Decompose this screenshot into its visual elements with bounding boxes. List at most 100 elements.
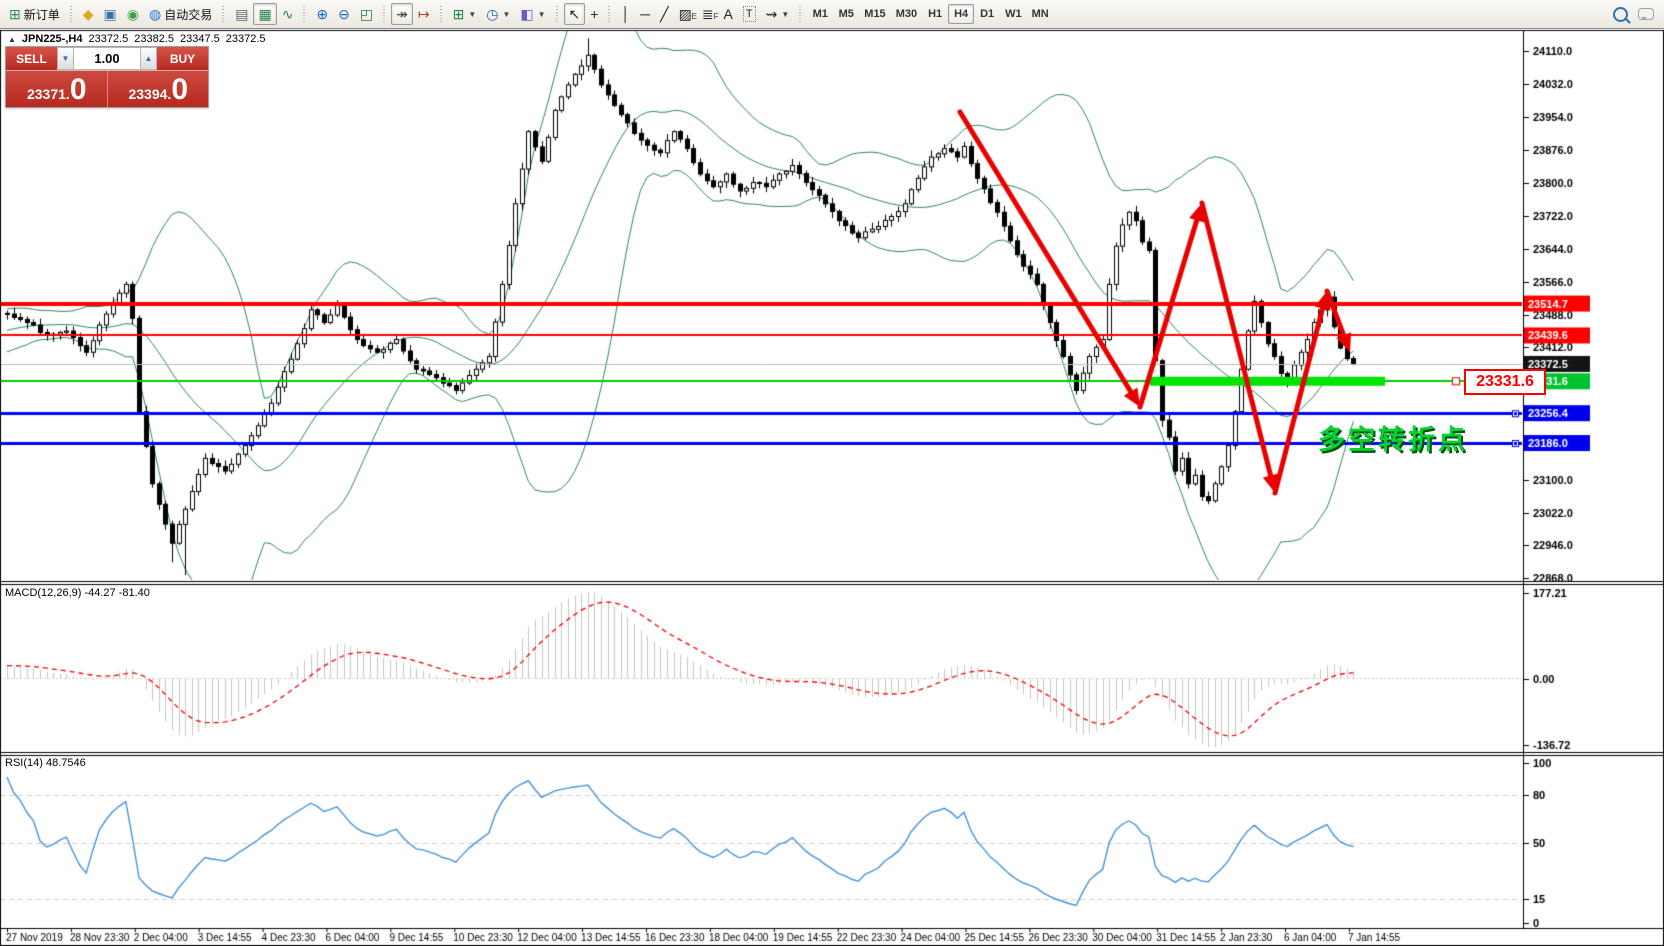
zoom-in-button[interactable]: ⊕	[311, 3, 333, 25]
vertical-line-button[interactable]: │	[616, 3, 635, 25]
trendline-button[interactable]: ╱	[655, 3, 673, 25]
templates-button[interactable]: ◧▼	[515, 3, 550, 25]
volume-increase-button[interactable]: ▲	[140, 47, 157, 70]
globe-icon: ◍	[149, 7, 161, 21]
text-label-button[interactable]: T	[738, 3, 761, 25]
zoom-out-button[interactable]: ⊖	[333, 3, 355, 25]
line-chart-button[interactable]: ∿	[277, 3, 299, 25]
sell-button[interactable]: SELL	[6, 47, 57, 70]
styler-button[interactable]: ◆	[78, 3, 99, 25]
symbol-period-label: JPN225-,H4	[22, 33, 83, 45]
ohlc-low-value: 23347.5	[180, 33, 220, 45]
mt4-window: ⊞新订单◆▣◉◍自动交易▤▦∿⊕⊖◰↠↦⊞▼◷▼◧▼↖+│─╱▨E≣FAT⇝▼M…	[0, 0, 1664, 946]
funnel-icon: ◆	[83, 7, 94, 21]
price-chart-canvas[interactable]	[0, 0, 1664, 946]
dropdown-caret-icon: ▼	[502, 10, 510, 19]
timeframe-m30-button[interactable]: M30	[891, 4, 922, 24]
horizontal-line-icon: ─	[640, 7, 650, 21]
timeframe-d1-button[interactable]: D1	[974, 4, 1000, 24]
sell-price-button[interactable]: 23371.0	[6, 71, 107, 107]
bar-chart-icon: ▤	[235, 7, 248, 21]
toolbar-separator	[381, 4, 388, 24]
chart-title: ▲ JPN225-,H4 23372.5 23382.5 23347.5 233…	[8, 33, 266, 45]
toolbar-separator	[68, 4, 75, 24]
tile-windows-icon: ◰	[360, 7, 373, 21]
timeframe-m5-button[interactable]: M5	[833, 4, 859, 24]
toolbar-separator	[301, 4, 308, 24]
text-label-icon: T	[743, 6, 756, 22]
macd-indicator-label: MACD(12,26,9) -44.27 -81.40	[5, 587, 150, 599]
clock-icon: ◷	[486, 7, 498, 21]
timeframe-h1-button[interactable]: H1	[922, 4, 948, 24]
text-button[interactable]: A	[719, 3, 738, 25]
turning-point-annotation[interactable]: 多空转折点	[1318, 418, 1468, 457]
template-icon: ◧	[520, 7, 533, 21]
ohlc-close-value: 23372.5	[226, 33, 266, 45]
auto-trading-button[interactable]: ◍自动交易	[144, 3, 217, 25]
search-icon[interactable]	[1613, 7, 1628, 22]
sell-price-pip-digit: 0	[70, 75, 86, 105]
buy-price-base: 23394.	[128, 83, 171, 105]
dropdown-caret-icon: ▼	[781, 10, 789, 19]
cursor-icon: ↖	[569, 7, 581, 21]
line-chart-icon: ∿	[282, 7, 294, 21]
fibonacci-icon: ≣F	[702, 7, 714, 21]
one-click-trade-panel: SELL ▼ 1.00 ▲ BUY 23371.0 23394.0	[5, 46, 209, 108]
fibonacci-button[interactable]: ≣F	[697, 3, 719, 25]
volume-decrease-button[interactable]: ▼	[57, 47, 74, 70]
volume-input[interactable]: 1.00	[74, 47, 140, 70]
timeframe-m1-button[interactable]: M1	[807, 4, 833, 24]
horizontal-line-button[interactable]: ─	[635, 3, 655, 25]
auto-trading-button-label: 自动交易	[164, 6, 212, 23]
new-order-icon: ⊞	[9, 7, 21, 21]
buy-price-button[interactable]: 23394.0	[107, 71, 209, 107]
toolbar-separator	[797, 4, 804, 24]
collapse-triangle-icon[interactable]: ▲	[8, 35, 16, 44]
cursor-button[interactable]: ↖	[564, 3, 586, 25]
buy-price-pip-digit: 0	[171, 75, 187, 105]
dropdown-caret-icon: ▼	[538, 10, 546, 19]
buy-button[interactable]: BUY	[157, 47, 208, 70]
signals-button[interactable]: ◉	[122, 3, 144, 25]
new-order-button-label: 新订单	[24, 6, 60, 23]
toolbar-separator	[220, 4, 227, 24]
toolbar-right-icons	[1613, 7, 1660, 22]
timeframe-m15-button[interactable]: M15	[859, 4, 890, 24]
auto-scroll-button[interactable]: ↠	[391, 3, 413, 25]
market-watch-button[interactable]: ▣	[99, 3, 122, 25]
trendline-icon: ╱	[660, 7, 668, 21]
zoom-out-icon: ⊖	[338, 7, 350, 21]
candlestick-chart-button[interactable]: ▦	[253, 3, 276, 25]
vertical-line-icon: │	[621, 7, 630, 21]
signal-icon: ◉	[127, 7, 139, 21]
chart-shift-button[interactable]: ↦	[413, 3, 435, 25]
chart-shift-icon: ↦	[418, 7, 430, 21]
new-order-button[interactable]: ⊞新订单	[4, 3, 65, 25]
crosshair-icon: +	[590, 7, 598, 21]
crosshair-button[interactable]: +	[585, 3, 603, 25]
timeframe-w1-button[interactable]: W1	[1000, 4, 1027, 24]
toolbar-separator	[554, 4, 561, 24]
equidistant-channel-button[interactable]: ▨E	[674, 3, 697, 25]
dropdown-caret-icon: ▼	[468, 10, 476, 19]
price-callout-label[interactable]: 23331.6	[1464, 369, 1546, 395]
timeframe-mn-button[interactable]: MN	[1027, 4, 1054, 24]
ohlc-open-value: 23372.5	[88, 33, 128, 45]
main-toolbar: ⊞新订单◆▣◉◍自动交易▤▦∿⊕⊖◰↠↦⊞▼◷▼◧▼↖+│─╱▨E≣FAT⇝▼M…	[0, 0, 1664, 29]
add-indicator-icon: ⊞	[453, 7, 465, 21]
auto-scroll-icon: ↠	[396, 7, 408, 21]
toolbar-separator	[606, 4, 613, 24]
timeframe-h4-button[interactable]: H4	[948, 4, 974, 24]
chat-icon[interactable]	[1638, 8, 1654, 20]
rsi-indicator-label: RSI(14) 48.7546	[5, 757, 86, 769]
periods-button[interactable]: ◷▼	[481, 3, 515, 25]
arrows-button[interactable]: ⇝▼	[761, 3, 795, 25]
arrow-objects-icon: ⇝	[766, 7, 778, 21]
bar-chart-button[interactable]: ▤	[230, 3, 253, 25]
channel-icon: ▨E	[679, 7, 692, 21]
profile-chart-icon: ▣	[104, 7, 117, 21]
indicators-button[interactable]: ⊞▼	[448, 3, 482, 25]
tile-windows-button[interactable]: ◰	[355, 3, 378, 25]
ohlc-high-value: 23382.5	[134, 33, 174, 45]
toolbar-separator	[438, 4, 445, 24]
